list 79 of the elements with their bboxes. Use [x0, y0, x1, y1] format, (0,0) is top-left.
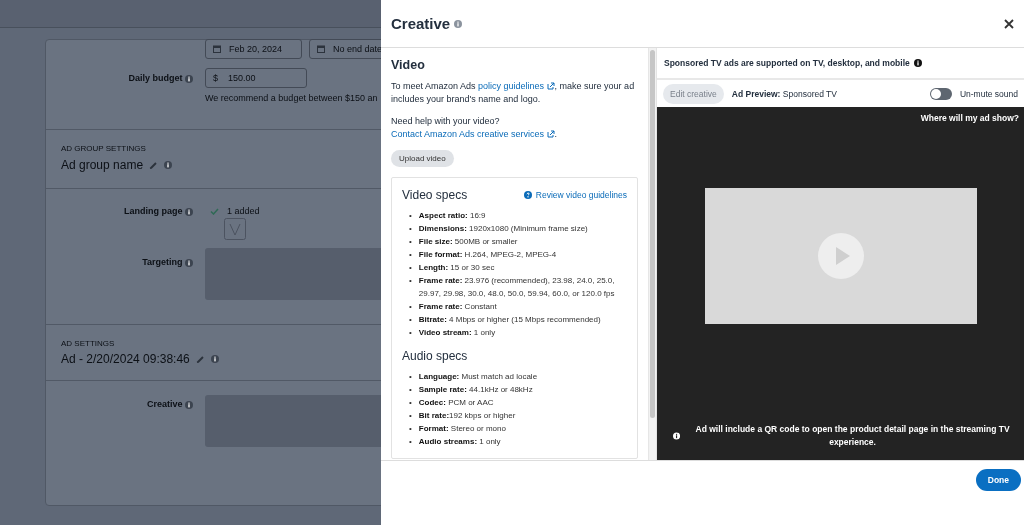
spec-item: Dimensions: 1920x1080 (Minimum frame size): [418, 223, 588, 235]
bullet: •: [409, 371, 412, 383]
field-label: Creative: [146, 399, 183, 409]
spec-item: File format: H.264, MPEG-2, MPEG-4: [418, 249, 557, 261]
bullet: •: [409, 249, 412, 261]
scrollbar-thumb[interactable]: [650, 50, 655, 418]
section-heading: Video: [391, 58, 426, 72]
landing-status: 1 added: [227, 206, 260, 216]
modal-title: Creative: [391, 15, 451, 32]
spec-item: Bitrate: 4 Mbps or higher (15 Mbps recommended): [418, 314, 601, 326]
ad-name: Ad - 2/20/2024 09:38:46: [61, 352, 190, 366]
spec-item: Video stream: 1 only: [418, 327, 496, 339]
spec-item: Sample rate: 44.1kHz or 48kHz: [418, 384, 533, 396]
bullet: •: [409, 410, 412, 422]
external-link-icon: [546, 82, 555, 90]
close-icon[interactable]: [1004, 18, 1014, 29]
spec-item: Frame rate: 23.976 (recommended), 23.98, 24.0, 25.0, 29.97, 29.98, 30.0, 48.0, 50.0, 59.94, 60.0, or 120.0 fps: [418, 275, 616, 300]
section-label: AD GROUP SETTINGS: [61, 144, 147, 153]
info-icon: [185, 207, 193, 216]
info-icon: [210, 355, 219, 363]
specs-heading: Video specs: [402, 188, 468, 202]
spec-item: Aspect ratio: 16:9: [418, 210, 486, 222]
thumbnail: [224, 218, 246, 240]
bullet: •: [409, 314, 412, 326]
link[interactable]: policy guidelines: [478, 81, 555, 91]
spec-item: File size: 500MB or smaller: [418, 236, 518, 248]
section-label: AD SETTINGS: [61, 339, 116, 348]
ad-group-name: Ad group name: [61, 158, 144, 172]
pencil-icon[interactable]: [149, 160, 159, 170]
check-icon: [210, 207, 219, 215]
field-label: Landing page: [124, 206, 183, 216]
link[interactable]: Contact Amazon Ads creative services: [391, 129, 555, 139]
spec-item: Codec: PCM or AAC: [418, 397, 494, 409]
spec-item: Frame rate: Constant: [418, 301, 497, 313]
spec-item: Format: Stereo or mono: [418, 423, 506, 435]
budget-hint: We recommend a budget between $150 an: [205, 93, 378, 103]
upload-button[interactable]: Upload video: [391, 150, 454, 167]
bullet: •: [409, 275, 412, 287]
info-icon: [185, 258, 193, 267]
field-label: Targeting: [142, 257, 183, 267]
spec-item: Bit rate:192 kbps or higher: [418, 410, 516, 422]
info-icon: [913, 59, 922, 67]
info-icon: [164, 161, 173, 169]
bullet: •: [409, 327, 412, 339]
spec-item: Length: 15 or 30 sec: [418, 262, 495, 274]
bullet: •: [409, 301, 412, 313]
info-icon: [673, 432, 681, 440]
bullet: •: [409, 436, 412, 448]
bullet: •: [409, 262, 412, 274]
bullet: •: [409, 223, 412, 235]
help-text: To meet Amazon Ads policy guidelines , make sure your ad includes your brand's name and logo.: [391, 80, 636, 106]
pencil-icon[interactable]: [195, 354, 205, 364]
start-date-field[interactable]: Feb 20, 2024: [205, 39, 302, 59]
bullet: •: [409, 236, 412, 248]
guidelines-link[interactable]: Review video guidelines: [523, 190, 628, 200]
sound-toggle[interactable]: [929, 87, 952, 100]
info-icon: [185, 74, 193, 83]
done-button[interactable]: Done: [975, 469, 1021, 491]
qr-notice: Ad will include a QR code to open the product detail page in the streaming TV experience.: [694, 423, 1011, 449]
bullet: •: [409, 423, 412, 435]
support-notice: Sponsored TV ads are supported on TV, desktop, and mobile: [664, 58, 910, 68]
help-icon: [523, 191, 532, 199]
info-icon: [185, 400, 193, 409]
calendar-icon: [213, 45, 221, 53]
bullet: •: [409, 210, 412, 222]
external-link-icon: [546, 130, 555, 138]
info-icon: [454, 19, 463, 28]
bullet: •: [409, 384, 412, 396]
toggle-label: Un-mute sound: [959, 88, 1018, 99]
preview-label: Ad Preview: Sponsored TV: [731, 88, 837, 99]
bullet: •: [409, 397, 412, 409]
spec-item: Language: Must match ad locale: [418, 371, 538, 383]
calendar-icon: [317, 45, 325, 53]
budget-field[interactable]: $ 150.00: [205, 68, 307, 88]
where-link[interactable]: Where will my ad show?: [920, 113, 1019, 123]
help-text: Need help with your video? Contact Amazon Ads creative services .: [391, 115, 559, 141]
spec-item: Audio streams: 1 only: [418, 436, 501, 448]
field-label: Daily budget: [128, 73, 183, 83]
specs-heading: Audio specs: [402, 349, 469, 363]
